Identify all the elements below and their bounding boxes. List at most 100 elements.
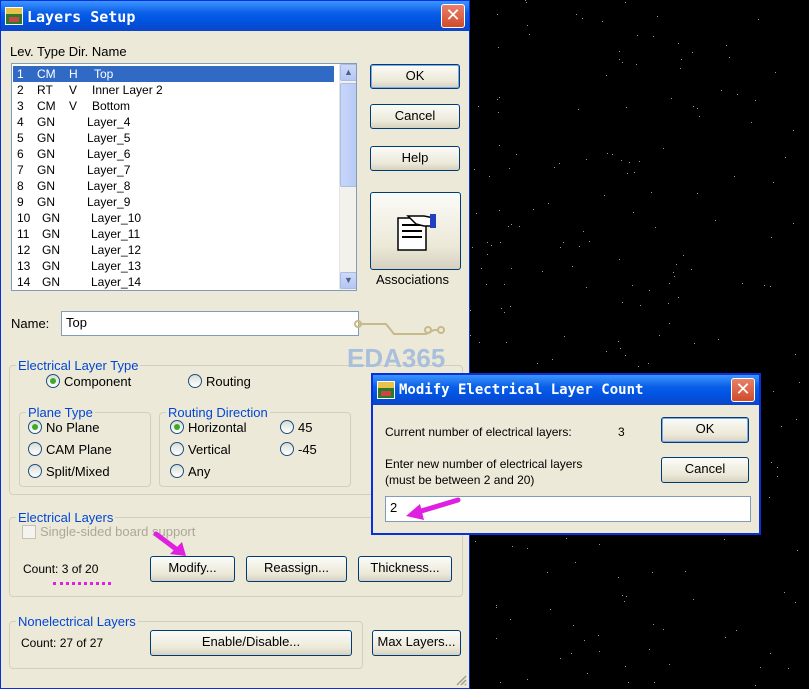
star-dot bbox=[773, 182, 774, 183]
star-dot bbox=[726, 45, 727, 46]
star-dot bbox=[499, 210, 500, 211]
layer-row[interactable]: 1 CM H Top bbox=[13, 66, 334, 82]
layer-list[interactable]: 1 CM H Top 2 RT V Inner Layer 2 3 CM V Bottom 4 GN Lay… bbox=[11, 63, 357, 291]
star-dot bbox=[673, 272, 674, 273]
layer-row[interactable]: 8 GN Layer_8 bbox=[13, 178, 334, 194]
layer-row[interactable]: 12 GN Layer_12 bbox=[13, 242, 334, 258]
current-count-value: 3 bbox=[618, 425, 625, 439]
deg-neg45-radio[interactable] bbox=[280, 442, 294, 456]
star-dot bbox=[512, 546, 513, 547]
count-annotation-underline bbox=[53, 582, 111, 585]
reassign-button[interactable]: Reassign... bbox=[246, 556, 347, 582]
layer-row[interactable]: 7 GN Layer_7 bbox=[13, 162, 334, 178]
star-dot bbox=[497, 14, 498, 15]
star-dot bbox=[771, 462, 772, 463]
layers-setup-titlebar[interactable]: Layers Setup ✕ bbox=[1, 1, 469, 31]
layer-row[interactable]: 5 GN Layer_5 bbox=[13, 130, 334, 146]
layer-row[interactable]: 2 RT V Inner Layer 2 bbox=[13, 82, 334, 98]
star-dot bbox=[529, 34, 530, 35]
routing-radio[interactable] bbox=[188, 374, 202, 388]
cam-plane-radio[interactable] bbox=[28, 442, 42, 456]
layer-row[interactable]: 3 CM V Bottom bbox=[13, 98, 334, 114]
layer-lev: 4 bbox=[17, 115, 24, 129]
resize-grip-icon[interactable] bbox=[455, 674, 467, 686]
star-dot bbox=[625, 666, 626, 667]
star-dot bbox=[692, 52, 693, 53]
deg45-label: 45 bbox=[298, 420, 313, 435]
component-radio[interactable] bbox=[46, 374, 60, 388]
modify-cancel-button[interactable]: Cancel bbox=[661, 457, 749, 483]
modify-dialog-titlebar[interactable]: Modify Electrical Layer Count ✕ bbox=[373, 375, 759, 405]
name-field[interactable]: Top bbox=[61, 311, 359, 336]
star-dot bbox=[583, 231, 584, 232]
modify-close-icon[interactable]: ✕ bbox=[731, 378, 755, 402]
max-layers-button[interactable]: Max Layers... bbox=[372, 630, 461, 656]
close-icon[interactable]: ✕ bbox=[441, 4, 465, 28]
ok-button[interactable]: OK bbox=[370, 64, 460, 89]
scroll-down-icon[interactable]: ▼ bbox=[340, 272, 356, 289]
enable-disable-button[interactable]: Enable/Disable... bbox=[150, 630, 352, 656]
cancel-button[interactable]: Cancel bbox=[370, 104, 460, 129]
horizontal-radio[interactable] bbox=[170, 420, 184, 434]
scroll-thumb[interactable] bbox=[340, 83, 356, 187]
watermark-text: EDA365 bbox=[347, 343, 446, 373]
deg45-radio[interactable] bbox=[280, 420, 294, 434]
star-dot bbox=[542, 271, 543, 272]
associations-icon-button[interactable] bbox=[370, 192, 461, 270]
star-dot bbox=[724, 539, 725, 540]
layer-row[interactable]: 13 GN Layer_13 bbox=[13, 258, 334, 274]
layer-row[interactable]: 4 GN Layer_4 bbox=[13, 114, 334, 130]
star-dot bbox=[475, 541, 476, 542]
star-dot bbox=[628, 682, 629, 683]
any-radio[interactable] bbox=[170, 464, 184, 478]
no-plane-radio[interactable] bbox=[28, 420, 42, 434]
help-button[interactable]: Help bbox=[370, 146, 460, 171]
electrical-layer-type-title: Electrical Layer Type bbox=[16, 358, 141, 373]
star-dot bbox=[496, 605, 497, 606]
layer-row[interactable]: 11 GN Layer_11 bbox=[13, 226, 334, 242]
star-dot bbox=[504, 312, 505, 313]
layer-name: Layer_4 bbox=[87, 115, 131, 129]
star-dot bbox=[683, 255, 684, 256]
star-dot bbox=[742, 283, 743, 284]
star-dot bbox=[606, 75, 607, 76]
vertical-radio[interactable] bbox=[170, 442, 184, 456]
star-dot bbox=[648, 363, 649, 364]
layer-lev: 13 bbox=[17, 259, 31, 273]
star-dot bbox=[637, 35, 638, 36]
star-dot bbox=[721, 90, 722, 91]
star-dot bbox=[620, 348, 621, 349]
pads-app-icon-small bbox=[377, 381, 395, 399]
thickness-button[interactable]: Thickness... bbox=[358, 556, 452, 582]
modify-ok-button[interactable]: OK bbox=[661, 417, 749, 443]
star-dot bbox=[498, 47, 499, 48]
scroll-up-icon[interactable]: ▲ bbox=[340, 64, 356, 81]
layer-row[interactable]: 6 GN Layer_6 bbox=[13, 146, 334, 162]
star-dot bbox=[715, 220, 716, 221]
star-dot bbox=[547, 572, 548, 573]
layer-name: Layer_5 bbox=[87, 131, 131, 145]
list-scrollbar[interactable]: ▲ ▼ bbox=[339, 64, 356, 290]
star-dot bbox=[632, 285, 633, 286]
single-sided-checkbox[interactable] bbox=[22, 525, 36, 539]
star-dot bbox=[586, 159, 587, 160]
star-dot bbox=[618, 577, 619, 578]
layer-row[interactable]: 14 GN Layer_14 bbox=[13, 274, 334, 290]
star-dot bbox=[627, 173, 628, 174]
star-dot bbox=[784, 592, 785, 593]
layer-row[interactable]: 9 GN Layer_9 bbox=[13, 194, 334, 210]
layer-row[interactable]: 10 GN Layer_10 bbox=[13, 210, 334, 226]
split-mixed-radio[interactable] bbox=[28, 464, 42, 478]
clipboard-hand-icon bbox=[397, 214, 436, 251]
associations-label: Associations bbox=[376, 272, 449, 287]
star-dot bbox=[624, 601, 625, 602]
star-dot bbox=[777, 476, 778, 477]
range-label: (must be between 2 and 20) bbox=[385, 473, 535, 487]
star-dot bbox=[625, 355, 626, 356]
layer-type: GN bbox=[37, 179, 55, 193]
star-dot bbox=[793, 130, 794, 131]
star-dot bbox=[619, 259, 620, 260]
star-dot bbox=[681, 59, 682, 60]
star-dot bbox=[497, 99, 498, 100]
star-dot bbox=[533, 209, 534, 210]
